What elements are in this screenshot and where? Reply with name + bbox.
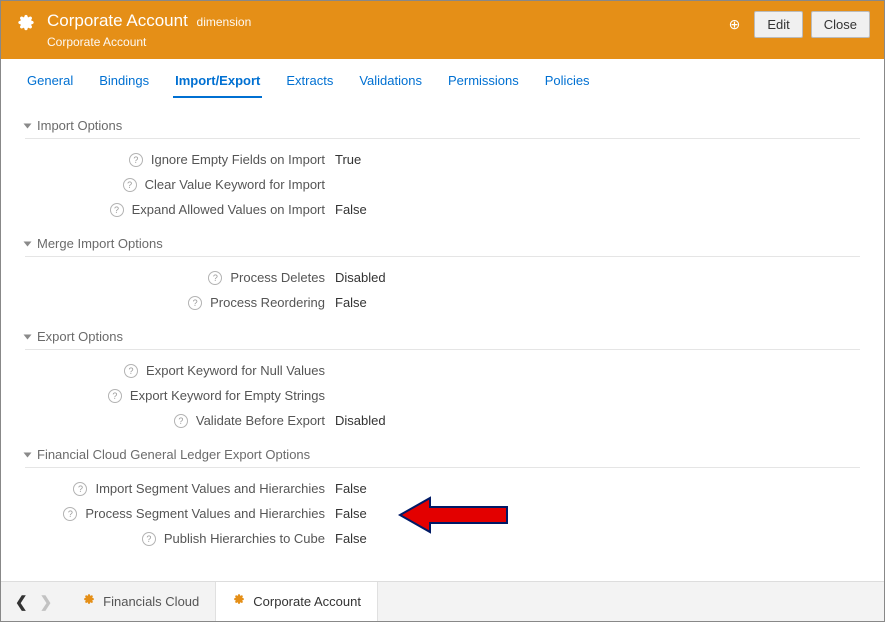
- row-process-segment: ? Process Segment Values and Hierarchies…: [25, 501, 860, 526]
- page-title: Corporate Account dimension: [47, 11, 729, 31]
- collapse-icon: [24, 241, 32, 246]
- field-label: Process Segment Values and Hierarchies: [85, 506, 325, 521]
- help-icon[interactable]: ?: [110, 203, 124, 217]
- help-icon[interactable]: ?: [73, 482, 87, 496]
- breadcrumb-tab-financials-cloud[interactable]: Financials Cloud: [66, 582, 216, 621]
- field-label: Validate Before Export: [196, 413, 325, 428]
- breadcrumb-tabs: Financials Cloud Corporate Account: [66, 582, 378, 621]
- help-icon[interactable]: ?: [129, 153, 143, 167]
- field-value: False: [335, 531, 860, 546]
- field-label: Import Segment Values and Hierarchies: [95, 481, 325, 496]
- breadcrumb-tab-label: Financials Cloud: [103, 594, 199, 609]
- tab-permissions[interactable]: Permissions: [446, 69, 521, 98]
- row-process-deletes: ? Process Deletes Disabled: [25, 265, 860, 290]
- help-icon[interactable]: ?: [188, 296, 202, 310]
- row-validate-before: ? Validate Before Export Disabled: [25, 408, 860, 433]
- collapse-icon: [24, 452, 32, 457]
- page-title-suffix: dimension: [197, 15, 252, 29]
- section-header[interactable]: Export Options: [25, 329, 860, 350]
- tab-general[interactable]: General: [25, 69, 75, 98]
- section-rows: ? Process Deletes Disabled ? Process Reo…: [25, 257, 860, 315]
- header: Corporate Account dimension Corporate Ac…: [1, 1, 884, 59]
- edit-button[interactable]: Edit: [754, 11, 802, 38]
- section-merge-import-options: Merge Import Options ? Process Deletes D…: [25, 236, 860, 315]
- content: Import Options ? Ignore Empty Fields on …: [1, 98, 884, 581]
- header-actions: ⊕ Edit Close: [729, 11, 870, 38]
- help-icon[interactable]: ?: [174, 414, 188, 428]
- field-value: False: [335, 506, 860, 521]
- header-titles: Corporate Account dimension Corporate Ac…: [47, 11, 729, 49]
- help-icon[interactable]: ?: [123, 178, 137, 192]
- field-value: False: [335, 295, 860, 310]
- field-value: True: [335, 152, 860, 167]
- row-process-reordering: ? Process Reordering False: [25, 290, 860, 315]
- section-export-options: Export Options ? Export Keyword for Null…: [25, 329, 860, 433]
- window: Corporate Account dimension Corporate Ac…: [0, 0, 885, 622]
- field-label: Expand Allowed Values on Import: [132, 202, 325, 217]
- tab-validations[interactable]: Validations: [357, 69, 424, 98]
- field-label: Publish Hierarchies to Cube: [164, 531, 325, 546]
- section-rows: ? Import Segment Values and Hierarchies …: [25, 468, 860, 551]
- row-empty-keyword: ? Export Keyword for Empty Strings: [25, 383, 860, 408]
- help-icon[interactable]: ?: [142, 532, 156, 546]
- field-label: Process Deletes: [230, 270, 325, 285]
- field-label: Export Keyword for Empty Strings: [130, 388, 325, 403]
- field-value: Disabled: [335, 413, 860, 428]
- breadcrumb-nav: ❮ ❯: [1, 589, 66, 615]
- field-label: Process Reordering: [210, 295, 325, 310]
- tabs: General Bindings Import/Export Extracts …: [1, 59, 884, 98]
- field-label: Ignore Empty Fields on Import: [151, 152, 325, 167]
- section-title: Export Options: [37, 329, 123, 344]
- tab-extracts[interactable]: Extracts: [284, 69, 335, 98]
- section-title: Financial Cloud General Ledger Export Op…: [37, 447, 310, 462]
- breadcrumb: ❮ ❯ Financials Cloud Corporate Account: [1, 581, 884, 621]
- row-expand-allowed: ? Expand Allowed Values on Import False: [25, 197, 860, 222]
- tab-policies[interactable]: Policies: [543, 69, 592, 98]
- gear-flower-icon: [232, 593, 246, 610]
- row-import-segment: ? Import Segment Values and Hierarchies …: [25, 476, 860, 501]
- page-subtitle: Corporate Account: [47, 35, 729, 49]
- breadcrumb-back-button[interactable]: ❮: [9, 589, 34, 615]
- section-rows: ? Ignore Empty Fields on Import True ? C…: [25, 139, 860, 222]
- row-null-keyword: ? Export Keyword for Null Values: [25, 358, 860, 383]
- collapse-icon: [24, 123, 32, 128]
- section-header[interactable]: Financial Cloud General Ledger Export Op…: [25, 447, 860, 468]
- row-publish-cube: ? Publish Hierarchies to Cube False: [25, 526, 860, 551]
- tab-bindings[interactable]: Bindings: [97, 69, 151, 98]
- help-icon[interactable]: ?: [63, 507, 77, 521]
- breadcrumb-tab-corporate-account[interactable]: Corporate Account: [216, 582, 378, 621]
- field-label: Export Keyword for Null Values: [146, 363, 325, 378]
- help-icon[interactable]: ?: [108, 389, 122, 403]
- field-value: False: [335, 481, 860, 496]
- section-title: Import Options: [37, 118, 122, 133]
- section-header[interactable]: Merge Import Options: [25, 236, 860, 257]
- field-value: False: [335, 202, 860, 217]
- section-fcgl-export-options: Financial Cloud General Ledger Export Op…: [25, 447, 860, 551]
- gear-flower-icon: [82, 593, 96, 610]
- plus-icon[interactable]: ⊕: [729, 16, 741, 33]
- field-label: Clear Value Keyword for Import: [145, 177, 325, 192]
- breadcrumb-tab-label: Corporate Account: [253, 594, 361, 609]
- close-button[interactable]: Close: [811, 11, 870, 38]
- breadcrumb-forward-button[interactable]: ❯: [34, 589, 59, 615]
- section-rows: ? Export Keyword for Null Values ? Expor…: [25, 350, 860, 433]
- page-title-text: Corporate Account: [47, 11, 188, 30]
- tab-import-export[interactable]: Import/Export: [173, 69, 262, 98]
- section-import-options: Import Options ? Ignore Empty Fields on …: [25, 118, 860, 222]
- help-icon[interactable]: ?: [208, 271, 222, 285]
- help-icon[interactable]: ?: [124, 364, 138, 378]
- gear-flower-icon: [15, 13, 37, 35]
- section-header[interactable]: Import Options: [25, 118, 860, 139]
- section-title: Merge Import Options: [37, 236, 163, 251]
- field-value: Disabled: [335, 270, 860, 285]
- row-ignore-empty: ? Ignore Empty Fields on Import True: [25, 147, 860, 172]
- collapse-icon: [24, 334, 32, 339]
- row-clear-value: ? Clear Value Keyword for Import: [25, 172, 860, 197]
